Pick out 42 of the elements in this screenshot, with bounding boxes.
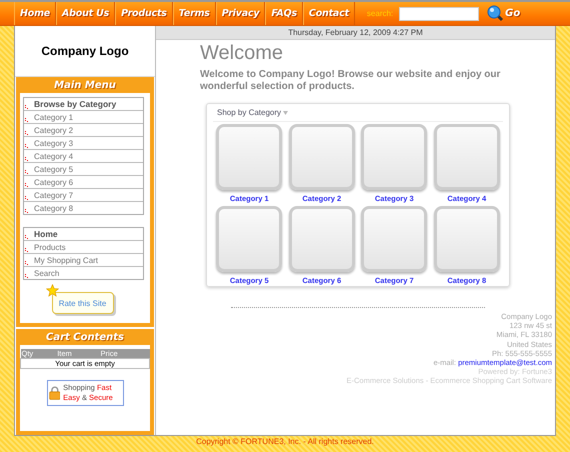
rate-button[interactable]: Rate this Site <box>52 292 114 314</box>
menu-item[interactable]: Category 2 <box>24 124 143 137</box>
category-tile[interactable] <box>434 124 500 190</box>
menu-item[interactable]: Products <box>24 241 143 254</box>
menu-item[interactable]: Category 3 <box>24 137 143 150</box>
category-tile[interactable] <box>216 124 282 190</box>
category-tile[interactable] <box>361 124 428 190</box>
nav-link[interactable]: FAQs <box>265 2 303 25</box>
cart-header: Cart Contents <box>44 331 126 345</box>
category-tile[interactable] <box>288 124 355 190</box>
copyright-text: Copyright © FORTUNE3, Inc. - All rights reserved. <box>196 437 374 446</box>
category-tile[interactable] <box>434 206 500 272</box>
page-title: Welcome <box>200 42 284 65</box>
menu-item[interactable]: Category 8 <box>24 202 143 214</box>
menu-item[interactable]: Browse by Category <box>24 98 143 111</box>
category-tile[interactable] <box>216 206 282 272</box>
menu-item[interactable]: My Shopping Cart <box>24 254 143 267</box>
nav-link[interactable]: Terms <box>172 2 216 25</box>
category-tile[interactable] <box>361 206 428 272</box>
menu-item[interactable]: Category 7 <box>24 189 143 202</box>
menu-item[interactable]: Category 4 <box>24 150 143 163</box>
nav-link[interactable]: Privacy <box>216 2 266 25</box>
star-icon <box>46 284 58 297</box>
main-menu-header: Main Menu <box>53 79 117 93</box>
nav-link[interactable]: Contact <box>302 2 355 25</box>
nav-link[interactable]: Home <box>14 2 56 25</box>
caret-icon[interactable] <box>283 110 288 114</box>
menu-item[interactable]: Search <box>24 267 143 279</box>
menu-item[interactable]: Home <box>24 228 143 241</box>
menu-item[interactable]: Category 5 <box>24 163 143 176</box>
date-bar: Thursday, February 12, 2009 4:27 PM <box>156 26 555 40</box>
go-button[interactable]: Go <box>487 2 520 25</box>
search-label: search: <box>366 8 394 20</box>
nav-link[interactable]: About Us <box>56 2 116 25</box>
menu-item[interactable]: Category 1 <box>24 111 143 124</box>
intro-text: Welcome to Company Logo! Browse our website and enjoy our wonderful selection of products. <box>200 69 502 93</box>
menu-item[interactable]: Category 6 <box>24 176 143 189</box>
search-field[interactable] <box>399 7 480 21</box>
nav-link[interactable]: Products <box>115 2 173 25</box>
search-icon <box>487 5 504 22</box>
category-tile[interactable] <box>288 206 355 272</box>
panel-title: Shop by Category <box>217 108 282 117</box>
